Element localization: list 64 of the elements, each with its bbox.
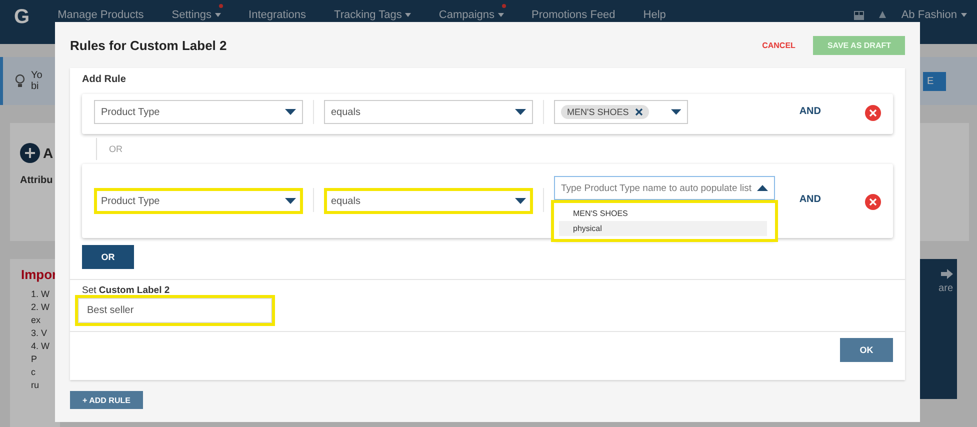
alert-text: Yo (31, 70, 42, 81)
or-button[interactable]: OR (82, 245, 134, 269)
dropdown-option[interactable]: MEN'S SHOES (559, 206, 767, 221)
caret-icon (515, 198, 526, 204)
plus-icon[interactable] (20, 143, 40, 163)
or-separator: OR (109, 144, 122, 154)
nav-item[interactable]: Tracking Tags (334, 4, 417, 21)
notes-title: Impor (21, 267, 58, 282)
column-header: Attribu (20, 175, 54, 186)
caret-icon (515, 109, 526, 115)
ok-button[interactable]: OK (840, 338, 893, 362)
caret-icon (285, 198, 296, 204)
nav-item[interactable]: Campaigns (438, 4, 510, 21)
operator-select[interactable]: equals (324, 188, 533, 214)
nav-item[interactable]: Integrations (248, 4, 312, 21)
caret-icon (498, 13, 504, 18)
logo[interactable]: G (14, 6, 30, 29)
lightbulb-icon (13, 73, 27, 89)
notes-text: c (30, 366, 36, 379)
notes-text: 1. W (30, 288, 51, 301)
alert-button[interactable]: E (923, 72, 946, 90)
nav-item[interactable]: Manage Products (58, 4, 150, 21)
remove-icon[interactable] (865, 105, 881, 121)
notes-text: ex (30, 314, 42, 327)
caret-icon[interactable] (961, 13, 967, 17)
card-title: A (43, 145, 54, 161)
value-select[interactable]: MEN'S SHOES (554, 100, 688, 124)
caret-icon (214, 13, 221, 18)
and-link[interactable]: AND (799, 194, 821, 205)
notification-dot (502, 4, 506, 8)
value-chip: MEN'S SHOES (561, 105, 649, 119)
caret-icon (670, 109, 681, 115)
notification-dot (218, 4, 223, 8)
section-title: Add Rule (82, 74, 127, 85)
label-value-field[interactable]: Best seller (78, 298, 272, 323)
remove-icon[interactable] (865, 194, 881, 210)
dialog-title: Rules for Custom Label 2 (70, 38, 227, 52)
caret-icon (285, 109, 296, 115)
value-search-field[interactable]: Type Product Type name to auto populate list (554, 176, 775, 200)
close-icon[interactable] (634, 108, 643, 116)
nav-item[interactable]: Promotions Feed (532, 4, 622, 21)
caret-up-icon (757, 185, 768, 191)
account-menu[interactable]: Ab Fashion (901, 9, 957, 21)
alert-text: bi (31, 81, 40, 92)
dropdown-option[interactable]: physical (559, 221, 767, 236)
nav-item[interactable]: Settings (172, 4, 227, 21)
panel-text: are (938, 283, 953, 294)
notes-text: 2. W (30, 301, 51, 314)
arrow-icon (941, 269, 953, 279)
notes-text: ru (30, 379, 40, 392)
notes-text: P (30, 353, 38, 366)
operator-select[interactable]: equals (324, 100, 533, 124)
grid-icon[interactable] (854, 11, 864, 20)
notes-text: 3. V (30, 327, 48, 340)
attribute-select[interactable]: Product Type (94, 188, 303, 214)
cancel-button[interactable]: CANCEL (756, 40, 802, 50)
add-rule-button[interactable]: + ADD RULE (70, 391, 143, 409)
nav-item[interactable]: Help (643, 4, 672, 21)
bell-icon[interactable] (878, 11, 888, 20)
attribute-select[interactable]: Product Type (94, 100, 303, 124)
caret-icon (404, 13, 411, 18)
and-link[interactable]: AND (799, 106, 821, 117)
field-label: Set Custom Label 2 (82, 285, 171, 296)
notes-text: 4. W (30, 340, 51, 353)
